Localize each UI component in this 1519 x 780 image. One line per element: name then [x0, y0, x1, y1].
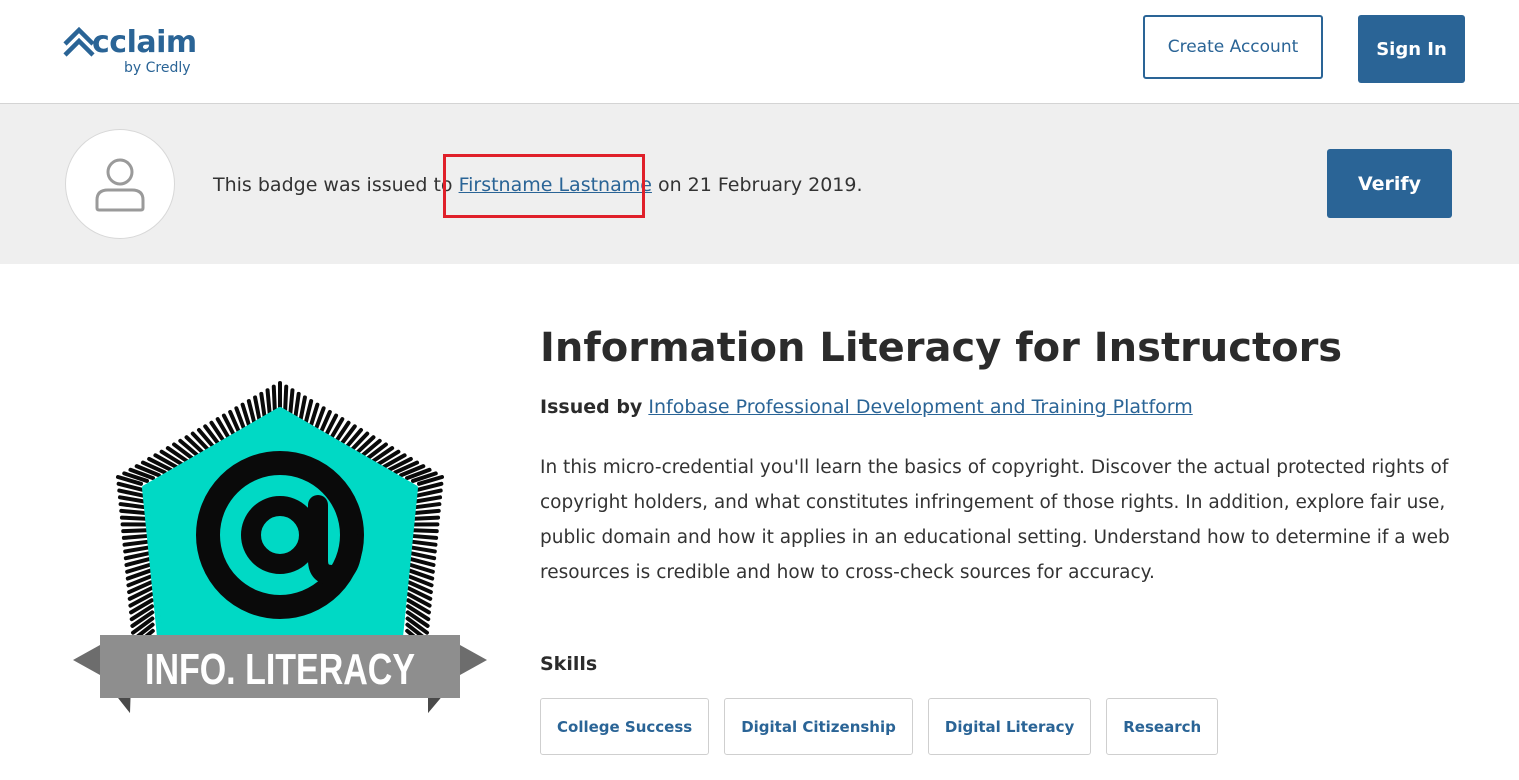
verify-button[interactable]: Verify — [1327, 149, 1452, 218]
issued-statement: This badge was issued to Firstname Lastn… — [213, 172, 863, 198]
skill-tag-college-success[interactable]: College Success — [540, 698, 710, 755]
badge-ray — [288, 388, 295, 417]
badge-ray — [415, 488, 443, 498]
badge-banner-text: INFO. LITERACY — [145, 645, 415, 694]
sign-in-button[interactable]: Sign In — [1358, 15, 1465, 83]
badge-ray — [121, 533, 150, 540]
badge-title: Information Literacy for Instructors — [540, 325, 1343, 371]
badge-image: INFO. LITERACY — [73, 381, 487, 713]
issued-by-label: Issued by — [540, 396, 643, 418]
badge-ray — [412, 515, 441, 521]
issuer-line: Issued by Infobase Professional Developm… — [540, 394, 1193, 420]
skill-tag-digital-literacy[interactable]: Digital Literacy — [927, 698, 1092, 755]
badge-ray — [408, 551, 437, 561]
recipient-link[interactable]: Firstname Lastname — [459, 174, 652, 196]
badge-ray — [410, 533, 439, 540]
badge-ray — [265, 388, 272, 417]
badge-ray — [271, 384, 277, 413]
acclaim-logo[interactable]: cclaim by Credly — [63, 22, 203, 82]
badge-ray — [253, 395, 262, 424]
badge-ray — [117, 488, 145, 498]
badge-ray — [119, 515, 148, 521]
badge-ray — [283, 384, 289, 413]
acclaim-logo-mark-icon — [63, 26, 95, 57]
logo-subtitle: by Credly — [124, 60, 191, 76]
avatar — [65, 129, 175, 239]
logo-wordmark: cclaim — [92, 25, 197, 60]
badge-ray — [123, 551, 152, 561]
skill-tag-research[interactable]: Research — [1106, 698, 1219, 755]
issued-banner: This badge was issued to Firstname Lastn… — [0, 104, 1519, 264]
badge-ray — [414, 495, 443, 504]
badge-ray — [118, 502, 147, 510]
badge-ray — [121, 528, 150, 534]
badge-ray — [413, 502, 442, 510]
user-icon — [95, 158, 145, 212]
badge-ray — [122, 539, 151, 547]
badge-ray — [293, 391, 301, 420]
badge-ray — [412, 508, 441, 515]
badge-ray — [409, 539, 438, 547]
badge-ray — [259, 391, 267, 420]
site-header: cclaim by Credly Create Account Sign In — [0, 0, 1519, 104]
badge-ray — [410, 528, 439, 534]
skills-list: College Success Digital Citizenship Digi… — [540, 698, 1219, 755]
issued-prefix: This badge was issued to — [213, 174, 459, 196]
badge-ray — [298, 395, 307, 424]
badge-ray — [409, 545, 437, 554]
badge-ray — [119, 508, 148, 515]
issuer-link[interactable]: Infobase Professional Development and Tr… — [648, 396, 1192, 418]
skills-heading: Skills — [540, 653, 598, 675]
skill-tag-digital-citizenship[interactable]: Digital Citizenship — [724, 698, 913, 755]
badge-ray — [123, 545, 151, 554]
issued-suffix: on 21 February 2019. — [651, 174, 863, 196]
create-account-button[interactable]: Create Account — [1143, 15, 1323, 79]
badge-ray — [117, 495, 146, 504]
badge-description: In this micro-credential you'll learn th… — [540, 457, 1450, 583]
